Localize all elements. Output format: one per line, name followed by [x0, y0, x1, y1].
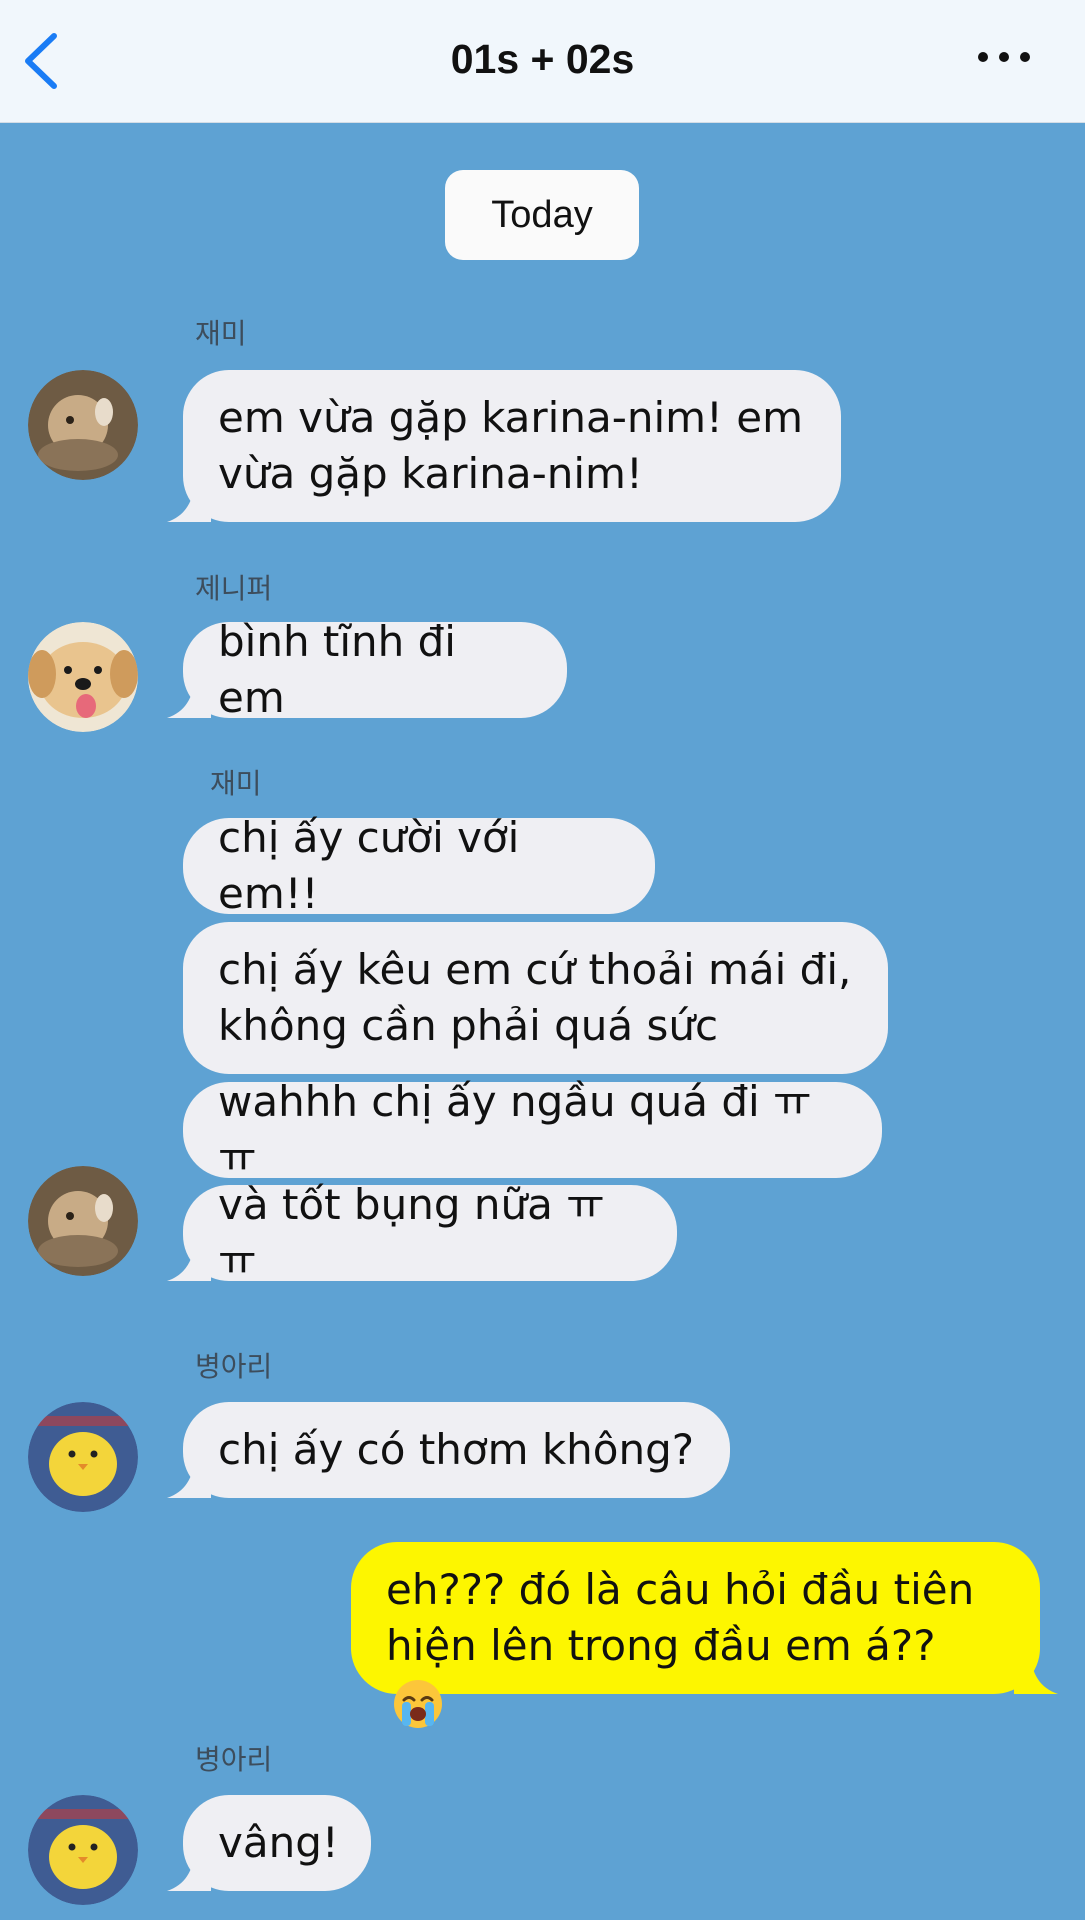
message-bubble[interactable]: chị ấy cười với em!! — [183, 813, 655, 918]
avatar[interactable] — [28, 1166, 138, 1276]
message-bubble[interactable]: wahhh chị ấy ngầu quá đi ㅠㅠ — [183, 1077, 882, 1182]
loudly-crying-face-emoji — [394, 1680, 442, 1729]
message-text: chị ấy kêu em cứ thoải mái đi, không cần… — [218, 945, 852, 1050]
bubble-tail — [1014, 1654, 1058, 1694]
message-text: em vừa gặp karina-nim! em vừa gặp karina… — [218, 393, 803, 498]
message-bubble[interactable]: bình tĩnh đi em — [167, 617, 567, 722]
message-bubble[interactable]: chị ấy có thơm không? — [167, 1402, 730, 1498]
message-text: chị ấy có thơm không? — [218, 1425, 695, 1474]
message-text: eh??? đó là câu hỏi đầu tiên hiện lên tr… — [386, 1564, 975, 1670]
chat-header: 01s + 02s — [0, 0, 1085, 123]
more-options-button[interactable] — [972, 40, 1036, 74]
sender-name: 병아리 — [195, 1350, 273, 1383]
my-message-bubble[interactable]: eh??? đó là câu hỏi đầu tiên hiện lên tr… — [351, 1542, 1058, 1729]
chat-title: 01s + 02s — [450, 36, 635, 82]
sender-name: 재미 — [195, 317, 247, 350]
message-bubble[interactable]: em vừa gặp karina-nim! em vừa gặp karina… — [167, 370, 841, 522]
date-divider: Today — [445, 170, 639, 260]
avatar[interactable] — [28, 370, 138, 480]
message-bubble[interactable]: vâng! — [167, 1795, 371, 1891]
message-bubble[interactable]: chị ấy kêu em cứ thoải mái đi, không cần… — [183, 922, 888, 1074]
avatar[interactable] — [28, 1795, 138, 1905]
avatar[interactable] — [28, 622, 138, 732]
message-bubble[interactable]: và tốt bụng nữa ㅠㅠ — [167, 1180, 677, 1285]
message-text: vâng! — [218, 1818, 339, 1867]
sender-name: 제니퍼 — [195, 572, 273, 605]
bubble-tail — [167, 1241, 211, 1281]
bubble-tail — [167, 678, 211, 718]
message-text: và tốt bụng nữa ㅠㅠ — [218, 1180, 605, 1285]
message-text: chị ấy cười với em!! — [218, 813, 520, 918]
sender-name: 병아리 — [195, 1743, 273, 1776]
bubble-tail — [167, 482, 211, 522]
bubble-tail — [167, 1851, 211, 1891]
more-dots-icon — [978, 52, 988, 62]
bubble-tail — [167, 1458, 211, 1498]
avatar[interactable] — [28, 1402, 138, 1512]
message-text: wahhh chị ấy ngầu quá đi ㅠㅠ — [218, 1077, 812, 1182]
sender-name: 재미 — [210, 767, 262, 800]
message-text: bình tĩnh đi em — [218, 617, 456, 722]
